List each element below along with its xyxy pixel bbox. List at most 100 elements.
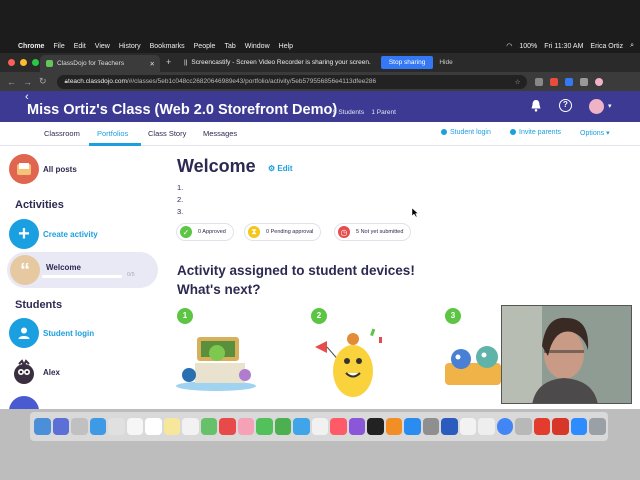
forward-arrow-icon[interactable]: → (23, 77, 32, 87)
status-not-submitted[interactable]: ◷ 5 Not yet submitted (334, 223, 412, 241)
progress-bar (42, 275, 122, 278)
parents-count[interactable]: 1 Parent (371, 109, 396, 116)
pdf-icon[interactable] (552, 418, 569, 435)
notes-icon[interactable] (163, 418, 181, 435)
close-window-icon[interactable] (8, 59, 15, 66)
mail-icon[interactable] (108, 418, 125, 435)
calendar-icon[interactable] (145, 418, 162, 435)
chrome-icon[interactable] (496, 418, 514, 435)
extension-icon[interactable] (579, 77, 588, 86)
menu-view[interactable]: View (95, 43, 110, 50)
search-icon[interactable]: ⌕ (630, 42, 634, 50)
qr-icon (441, 129, 447, 135)
assigned-heading: Activity assigned to student devices! Wh… (177, 263, 415, 297)
facetime-icon[interactable] (274, 418, 292, 435)
sidebar-item-welcome[interactable]: “ Welcome 0/5 (7, 252, 158, 288)
plus-circle-icon (510, 129, 516, 135)
zoom-app-icon[interactable] (570, 418, 588, 435)
clock[interactable]: Fri 11:30 AM (544, 43, 583, 50)
back-arrow-icon[interactable]: ← (7, 77, 16, 87)
status-pending[interactable]: ⧗ 0 Pending approval (244, 223, 322, 241)
menu-people[interactable]: People (194, 43, 216, 50)
reload-icon[interactable]: ↻ (39, 76, 47, 87)
launchpad-icon[interactable] (71, 418, 88, 435)
menu-file[interactable]: File (53, 43, 64, 50)
sidebar-item-student-next[interactable] (9, 396, 39, 409)
mouse-cursor-icon (412, 208, 419, 217)
screen-share-bar: || Screencastify - Screen Video Recorder… (184, 55, 454, 70)
monster-avatar-icon (9, 357, 39, 387)
apple-tv-icon[interactable] (367, 418, 384, 435)
student-login-link[interactable]: Student login (441, 129, 491, 136)
hide-button[interactable]: Hide (439, 59, 452, 66)
teacher-avatar[interactable] (589, 99, 604, 114)
minimize-window-icon[interactable] (20, 59, 27, 66)
url-field[interactable]: 🔒︎ teach.classdojo.com /#/classes/5eb1c0… (56, 74, 527, 89)
tab-classroom[interactable]: Classroom (44, 129, 80, 138)
safari-icon[interactable] (89, 418, 107, 435)
menu-history[interactable]: History (119, 43, 141, 50)
messages-icon[interactable] (256, 418, 273, 435)
trash-icon[interactable] (589, 418, 606, 435)
acrobat-icon[interactable] (533, 418, 551, 435)
sidebar-item-label: All posts (43, 164, 77, 174)
word-icon[interactable] (441, 418, 458, 435)
menu-app-name[interactable]: Chrome (18, 43, 44, 50)
bookmark-star-icon[interactable]: ☆ (515, 78, 521, 86)
extension-icon[interactable] (564, 77, 573, 86)
gear-icon: ⚙ (268, 164, 276, 173)
reminders-icon[interactable] (182, 418, 199, 435)
photos-icon[interactable] (237, 418, 255, 435)
invite-parents-link[interactable]: Invite parents (510, 129, 561, 136)
browser-tab[interactable]: ClassDojo for Teachers ✕ (40, 55, 160, 72)
sidebar-item-create-activity[interactable]: + Create activity (9, 219, 98, 249)
wifi-icon[interactable]: ◠ (506, 42, 512, 50)
extension-icon[interactable] (534, 77, 543, 86)
class-meta: 5 Students 1 Parent (333, 109, 396, 116)
blocked-icon[interactable] (459, 418, 477, 435)
edit-link[interactable]: ⚙ Edit (268, 164, 293, 173)
options-dropdown[interactable]: Options ▾ (580, 129, 610, 137)
status-approved[interactable]: ✓ 0 Approved (176, 223, 234, 241)
sidebar-item-all-posts[interactable]: All posts (9, 154, 77, 184)
stop-sharing-button[interactable]: Stop sharing (380, 56, 434, 69)
list-item: 3. (177, 207, 184, 216)
chevron-down-icon[interactable]: ▾ (608, 102, 612, 110)
new-tab-button[interactable]: + (166, 57, 171, 67)
maps-icon[interactable] (200, 418, 218, 435)
books-icon[interactable] (385, 418, 403, 435)
contacts-icon[interactable] (126, 418, 144, 435)
sidebar-item-student-login[interactable]: Student login (9, 318, 94, 348)
menu-window[interactable]: Window (245, 43, 270, 50)
system-preferences-icon[interactable] (422, 418, 440, 435)
photo-booth-icon[interactable] (219, 418, 236, 435)
siri-icon[interactable] (52, 418, 70, 435)
numbers-icon[interactable] (293, 418, 310, 435)
sidebar-item-student-alex[interactable]: Alex (9, 357, 60, 387)
battery-level[interactable]: 100% (519, 43, 537, 50)
blocked-icon[interactable] (478, 418, 495, 435)
extension-icon[interactable] (549, 77, 558, 86)
news-icon[interactable] (311, 418, 329, 435)
app-store-icon[interactable] (404, 418, 421, 435)
user-name[interactable]: Erica Ortiz (590, 43, 623, 50)
tab-messages[interactable]: Messages (203, 129, 237, 138)
close-tab-icon[interactable]: ✕ (150, 60, 155, 68)
profile-avatar-icon[interactable] (594, 77, 603, 86)
finder-icon[interactable] (34, 418, 51, 435)
menu-help[interactable]: Help (279, 43, 293, 50)
clock-icon: ◷ (338, 226, 350, 238)
menu-tab[interactable]: Tab (224, 43, 235, 50)
zoom-window-icon[interactable] (32, 59, 39, 66)
help-icon[interactable]: ? (559, 99, 572, 112)
menu-bookmarks[interactable]: Bookmarks (150, 43, 185, 50)
bell-icon[interactable] (530, 99, 542, 112)
podcasts-icon[interactable] (348, 418, 366, 435)
preview-icon[interactable] (515, 418, 532, 435)
music-icon[interactable] (330, 418, 347, 435)
tab-class-story[interactable]: Class Story (148, 129, 186, 138)
students-count[interactable]: 5 Students (333, 109, 364, 116)
tab-portfolios[interactable]: Portfolios (97, 129, 128, 138)
menu-edit[interactable]: Edit (74, 43, 86, 50)
monsters-couch-illustration (445, 346, 501, 385)
